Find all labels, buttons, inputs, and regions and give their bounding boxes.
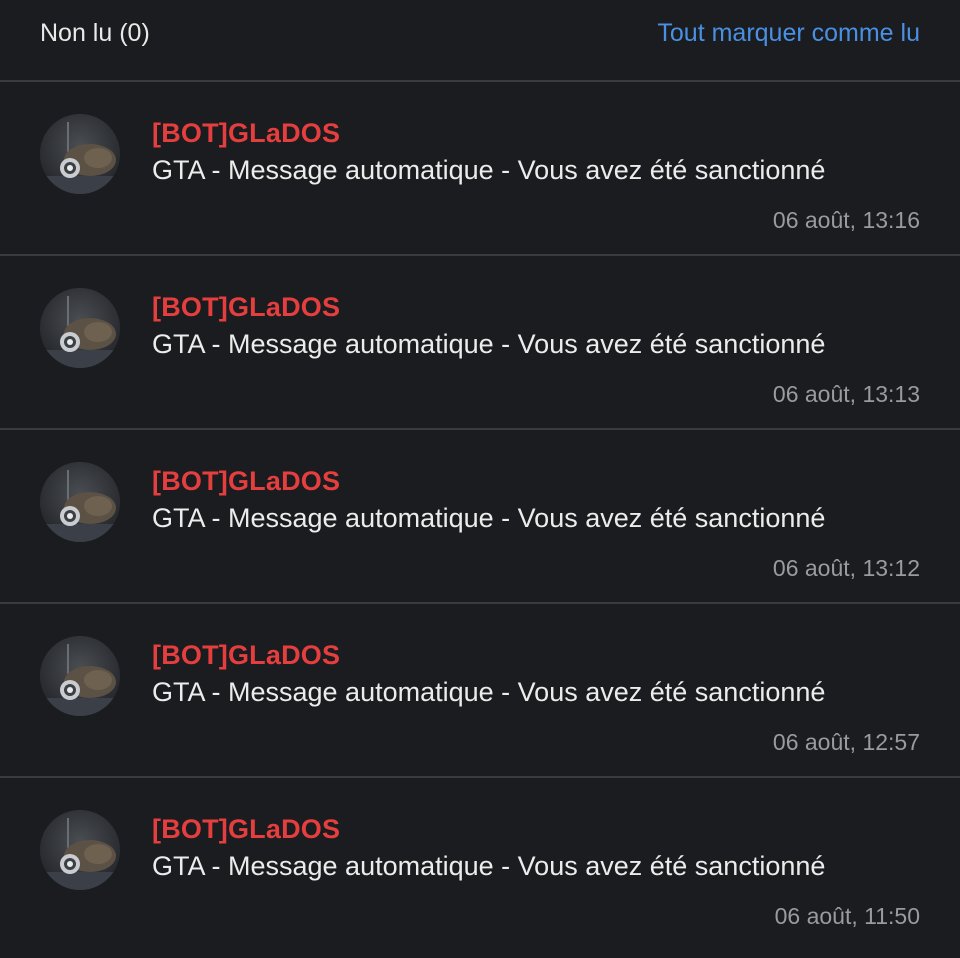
message-sender: [BOT]GLaDOS <box>152 814 341 844</box>
message-time: 06 août, 12:57 <box>772 729 920 755</box>
message-sender: [BOT]GLaDOS <box>152 118 341 148</box>
glados-avatar-icon <box>40 114 120 194</box>
mark-all-read-link[interactable]: Tout marquer comme lu <box>657 19 920 48</box>
message-sender: [BOT]GLaDOS <box>152 292 341 322</box>
glados-avatar-icon <box>40 288 120 368</box>
message-time: 06 août, 13:12 <box>772 555 920 581</box>
glados-avatar-icon <box>40 810 120 890</box>
message-subject: GTA - Message automatique - Vous avez ét… <box>152 503 826 533</box>
message-sender: [BOT]GLaDOS <box>152 640 341 670</box>
message-item[interactable]: [BOT]GLaDOS GTA - Message automatique - … <box>0 778 960 952</box>
message-sender: [BOT]GLaDOS <box>152 466 341 496</box>
message-subject: GTA - Message automatique - Vous avez ét… <box>152 677 826 707</box>
glados-avatar-icon <box>40 462 120 542</box>
message-time: 06 août, 13:13 <box>772 381 920 407</box>
message-subject: GTA - Message automatique - Vous avez ét… <box>152 155 826 185</box>
message-time: 06 août, 13:16 <box>772 207 920 233</box>
message-time: 06 août, 11:50 <box>774 903 920 929</box>
glados-avatar-icon <box>40 636 120 716</box>
message-item[interactable]: [BOT]GLaDOS GTA - Message automatique - … <box>0 604 960 778</box>
message-item[interactable]: [BOT]GLaDOS GTA - Message automatique - … <box>0 430 960 604</box>
unread-count-title: Non lu (0) <box>40 18 150 47</box>
notifications-panel: Non lu (0) Tout marquer comme lu [BOT]GL… <box>0 0 960 958</box>
message-list: [BOT]GLaDOS GTA - Message automatique - … <box>0 82 960 952</box>
message-item[interactable]: [BOT]GLaDOS GTA - Message automatique - … <box>0 82 960 256</box>
message-subject: GTA - Message automatique - Vous avez ét… <box>152 329 826 359</box>
notifications-header: Non lu (0) Tout marquer comme lu <box>0 0 960 82</box>
message-subject: GTA - Message automatique - Vous avez ét… <box>152 851 826 881</box>
message-item[interactable]: [BOT]GLaDOS GTA - Message automatique - … <box>0 256 960 430</box>
